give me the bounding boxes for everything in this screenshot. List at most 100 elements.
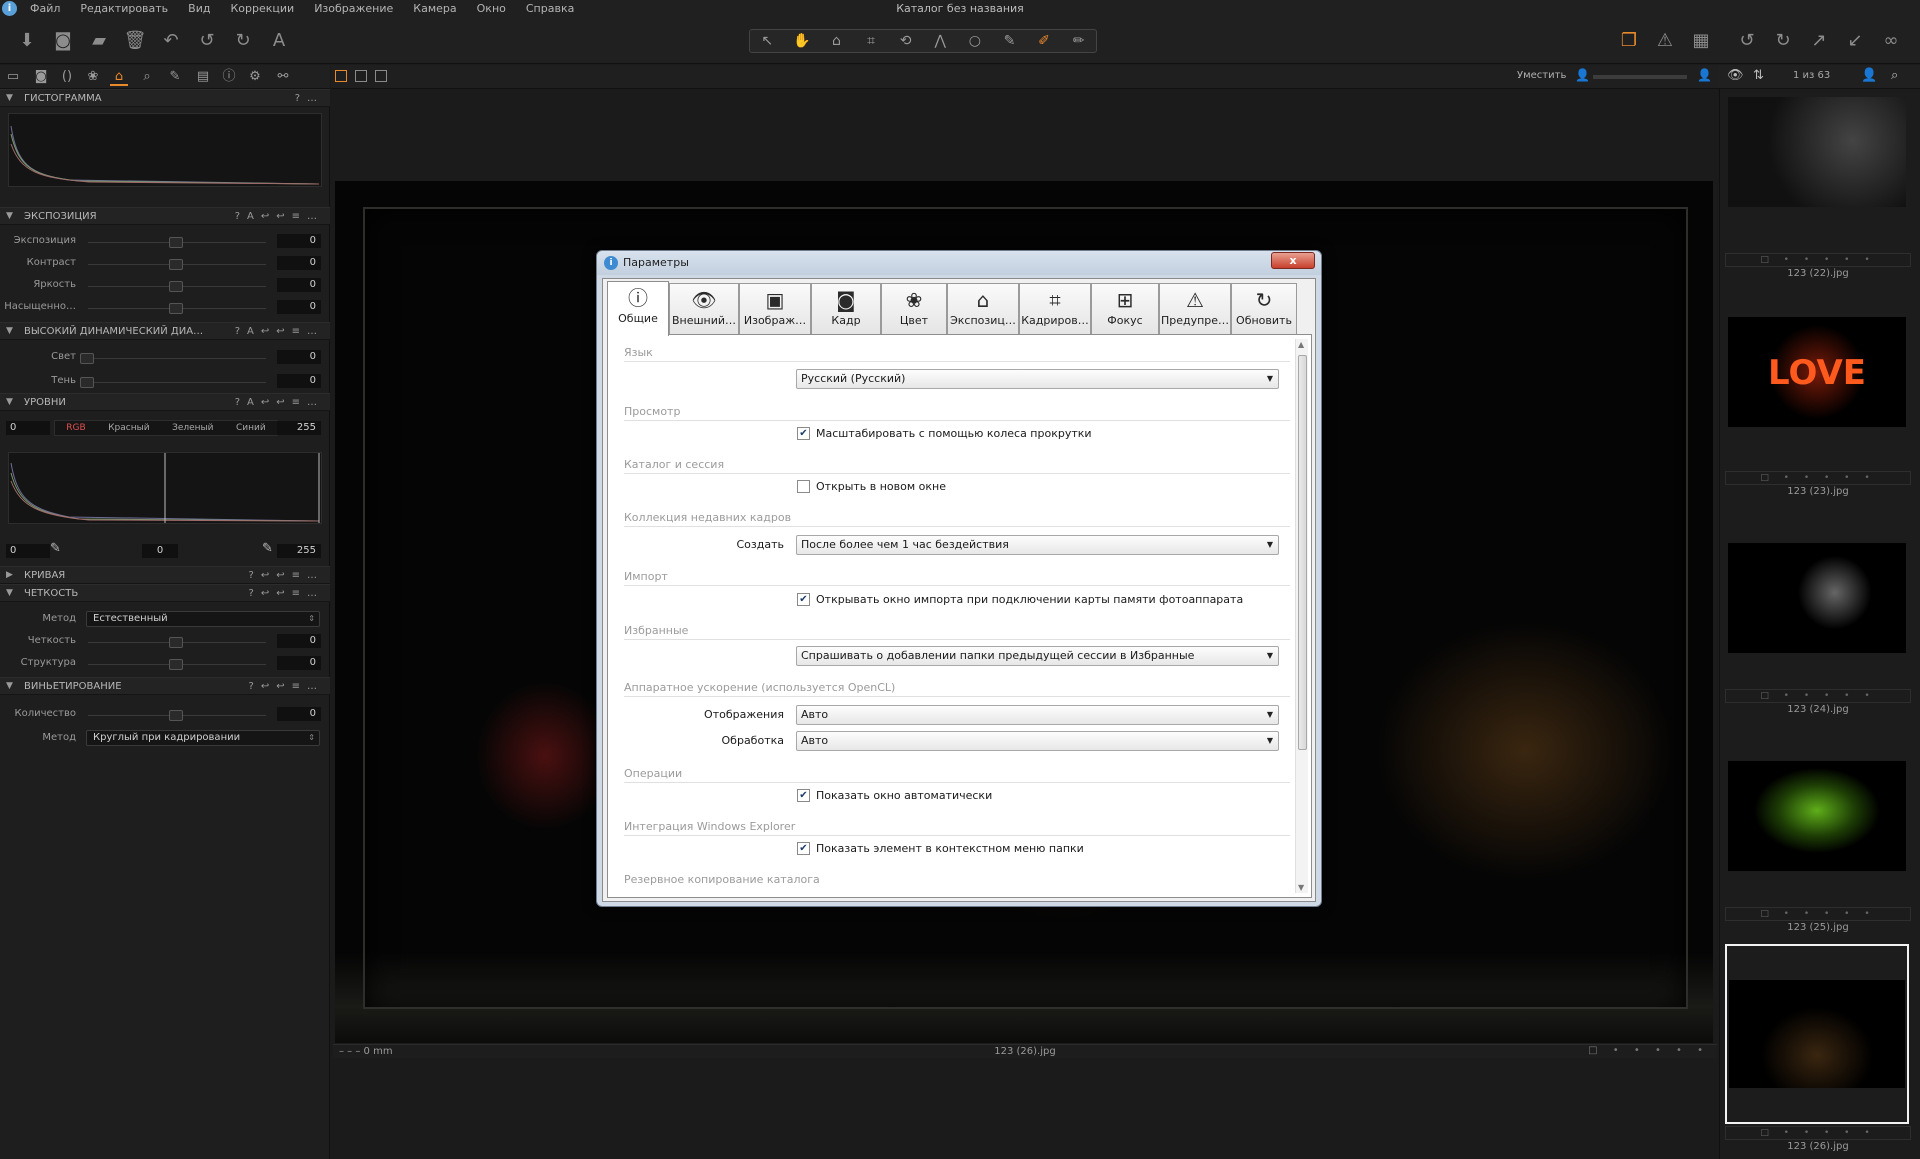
levels-graph[interactable] xyxy=(8,452,322,524)
highlight-value[interactable]: 0 xyxy=(277,350,321,364)
exposure-tab-icon[interactable]: ⌂ xyxy=(110,68,128,86)
channel-red-tab[interactable]: Красный xyxy=(108,421,149,435)
undo-icon[interactable]: ↺ xyxy=(194,28,220,54)
loupe-cursor-icon[interactable]: ⌂ xyxy=(821,33,851,49)
context-menu-label[interactable]: Показать элемент в контекстном меню папк… xyxy=(816,842,1084,855)
slider-knob[interactable] xyxy=(169,303,183,314)
exposure-slider[interactable] xyxy=(88,237,266,248)
crop-cursor-icon[interactable]: ⌗ xyxy=(856,33,886,49)
scroll-zoom-checkbox[interactable]: ✔ xyxy=(797,427,810,440)
fit-zoom-label[interactable]: Уместить xyxy=(1517,70,1566,81)
levels-output-low[interactable]: 0 xyxy=(6,544,50,558)
vignette-actions[interactable]: ?↩↩≡… xyxy=(249,678,324,695)
channel-green-tab[interactable]: Зеленый xyxy=(172,421,213,435)
thumbnail-image[interactable] xyxy=(1728,761,1906,871)
import-on-card-label[interactable]: Открывать окно импорта при подключении к… xyxy=(816,593,1243,606)
tab-appearance[interactable]: 👁 Внешний… xyxy=(669,283,739,334)
metadata-tab-icon[interactable]: ⓘ xyxy=(220,68,238,86)
dialog-titlebar[interactable]: i Параметры x xyxy=(597,251,1321,275)
vignette-method-select[interactable]: Круглый при кадрировании ⇕ xyxy=(86,730,320,746)
display-accel-select[interactable]: Авто ▼ xyxy=(796,705,1279,725)
select-cursor-icon[interactable]: ↖ xyxy=(752,33,782,49)
search-icon[interactable]: ⌕ xyxy=(1891,68,1898,83)
details-tab-icon[interactable]: ⌕ xyxy=(138,68,156,86)
structure-slider[interactable] xyxy=(88,659,266,670)
open-new-window-label[interactable]: Открыть в новом окне xyxy=(816,480,946,493)
menu-image[interactable]: Изображение xyxy=(314,2,393,15)
open-new-window-checkbox[interactable] xyxy=(797,480,810,493)
thumbnail-image[interactable] xyxy=(1729,980,1905,1088)
levels-midpoint[interactable]: 0 xyxy=(142,544,178,558)
menu-camera[interactable]: Камера xyxy=(413,2,456,15)
clarity-slider[interactable] xyxy=(88,637,266,648)
grid-view-icon[interactable] xyxy=(335,70,347,82)
redo-icon[interactable]: ↻ xyxy=(230,28,256,54)
tab-general[interactable]: ⓘ Общие xyxy=(607,281,669,336)
tab-focus[interactable]: ⊞ Фокус xyxy=(1091,283,1159,334)
tab-exposure[interactable]: ⌂ Экспозиц… xyxy=(947,283,1019,334)
capture-tab-icon[interactable]: ◙ xyxy=(32,68,50,86)
exposure-value[interactable]: 0 xyxy=(277,234,321,248)
clarity-header[interactable]: ▼ ЧЕТКОСТЬ ?↩↩≡… xyxy=(0,584,330,602)
slider-knob[interactable] xyxy=(169,281,183,292)
saturation-value[interactable]: 0 xyxy=(277,300,321,314)
slider-knob[interactable] xyxy=(169,710,183,721)
scroll-zoom-label[interactable]: Масштабировать с помощью колеса прокрутк… xyxy=(816,427,1092,440)
person-filter-icon[interactable]: 👤 xyxy=(1861,68,1877,83)
brush-cursor-icon[interactable]: ✐ xyxy=(1029,33,1059,49)
saturation-slider[interactable] xyxy=(88,303,266,314)
thumbnail-image[interactable] xyxy=(1728,97,1906,207)
menu-help[interactable]: Справка xyxy=(526,2,574,15)
highlight-slider[interactable] xyxy=(80,353,266,364)
context-menu-checkbox[interactable]: ✔ xyxy=(797,842,810,855)
slider-knob[interactable] xyxy=(169,259,183,270)
black-picker-icon[interactable]: ✎ xyxy=(50,541,61,556)
proof-glasses-icon[interactable]: ∞ xyxy=(1878,28,1904,54)
color-tab-icon[interactable]: ❀ xyxy=(84,68,102,86)
vignette-header[interactable]: ▼ ВИНЬЕТИРОВАНИЕ ?↩↩≡… xyxy=(0,677,330,695)
shadow-slider[interactable] xyxy=(80,377,266,388)
thumbnail-image[interactable]: LOVE xyxy=(1728,317,1906,427)
slider-knob[interactable] xyxy=(169,659,183,670)
levels-input-high[interactable]: 255 xyxy=(277,421,321,435)
rotate-right-icon[interactable]: ↻ xyxy=(1770,28,1796,54)
levels-actions[interactable]: ?A↩↩≡… xyxy=(235,394,324,411)
apply-icon[interactable]: ↗ xyxy=(1806,28,1832,54)
levels-header[interactable]: ▼ УРОВНИ ?A↩↩≡… xyxy=(0,393,330,411)
copy-adjustments-icon[interactable]: ❐ xyxy=(1616,28,1642,54)
menu-edit[interactable]: Редактировать xyxy=(80,2,168,15)
sort-icon[interactable]: ⇅ xyxy=(1753,68,1764,83)
menu-adjustments[interactable]: Коррекции xyxy=(230,2,294,15)
menu-file[interactable]: Файл xyxy=(30,2,60,15)
menu-view[interactable]: Вид xyxy=(188,2,210,15)
levels-input-low[interactable]: 0 xyxy=(6,421,50,435)
channel-rgb-tab[interactable]: RGB xyxy=(66,421,85,435)
local-tab-icon[interactable]: ✎ xyxy=(166,68,184,86)
structure-value[interactable]: 0 xyxy=(277,656,321,670)
output-tab-icon[interactable]: ▤ xyxy=(194,68,212,86)
eraser-cursor-icon[interactable]: ✏ xyxy=(1064,33,1094,49)
contrast-slider[interactable] xyxy=(88,259,266,270)
thumbnail-image[interactable] xyxy=(1728,543,1906,653)
slider-knob[interactable] xyxy=(80,353,94,364)
brightness-value[interactable]: 0 xyxy=(277,278,321,292)
recent-create-select[interactable]: После более чем 1 час бездействия ▼ xyxy=(796,535,1279,555)
import-icon[interactable]: ⬇ xyxy=(14,28,40,54)
thumbnail-rating[interactable]: □ • • • • • xyxy=(1725,689,1911,703)
scroll-up-icon[interactable]: ▲ xyxy=(1298,340,1304,349)
dialog-close-button[interactable]: x xyxy=(1271,252,1315,269)
settings-scrollbar[interactable]: ▲ ▼ xyxy=(1295,339,1308,893)
picker-cursor-icon[interactable]: ✎ xyxy=(994,33,1024,49)
batch-tab-icon[interactable]: ⚯ xyxy=(274,68,292,86)
slider-knob[interactable] xyxy=(169,237,183,248)
curve-header[interactable]: ▶ КРИВАЯ ?↩↩≡… xyxy=(0,566,330,584)
tab-update[interactable]: ↻ Обновить xyxy=(1231,283,1297,334)
curve-actions[interactable]: ?↩↩≡… xyxy=(249,567,324,584)
vignette-amount-slider[interactable] xyxy=(88,710,266,721)
eye-icon[interactable]: 👁 xyxy=(1727,68,1744,83)
show-operations-checkbox[interactable]: ✔ xyxy=(797,789,810,802)
exposure-warning-icon[interactable]: ⚠ xyxy=(1652,28,1678,54)
tab-capture[interactable]: ◙ Кадр xyxy=(811,283,881,334)
thumbnail-rating[interactable]: □ • • • • • xyxy=(1725,471,1911,485)
histogram-actions[interactable]: ?… xyxy=(295,90,324,107)
